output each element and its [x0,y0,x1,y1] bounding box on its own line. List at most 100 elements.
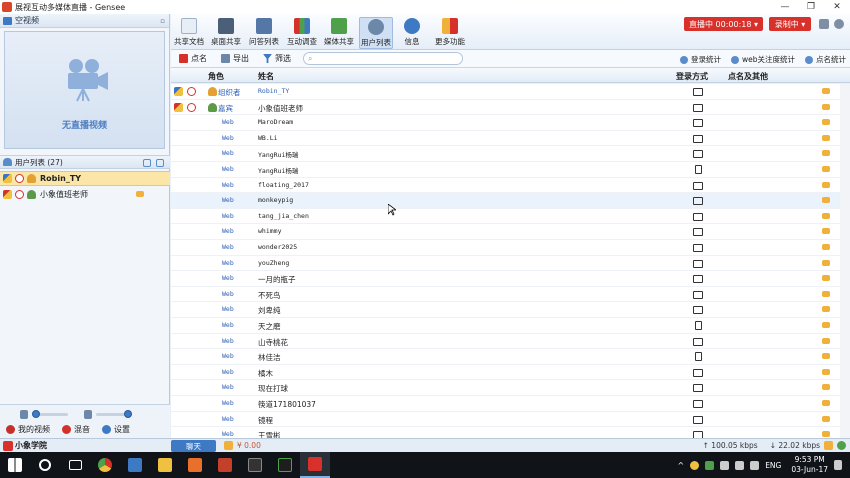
desktop-share-button[interactable]: 桌面共享 [209,17,243,49]
table-row[interactable]: Web 现在打球 [171,380,850,396]
language-indicator[interactable]: ENG [765,461,781,470]
chat-icon[interactable] [822,384,830,391]
speaker-icon[interactable] [84,410,92,419]
mic-volume-slider[interactable] [32,410,68,418]
search-input[interactable]: ⌕ [303,52,463,65]
wifi-icon[interactable] [735,460,745,470]
tray-app-icon[interactable] [690,460,700,470]
settings-button[interactable]: 设置 [102,424,130,435]
user-list-button[interactable]: 用户列表 [359,17,393,49]
qa-list-button[interactable]: 问答列表 [247,17,281,49]
battery-icon[interactable] [720,460,730,470]
table-row[interactable]: Web monkeypig [171,193,850,209]
speaker-volume-slider[interactable] [96,410,132,418]
export-button[interactable]: 导出 [221,53,249,64]
pen-icon[interactable] [174,87,183,96]
chat-icon[interactable] [822,166,830,172]
chat-icon[interactable] [822,400,830,406]
recording-button[interactable]: 录制中 ▾ [769,17,811,31]
microphone-icon[interactable] [20,410,28,419]
chat-icon[interactable] [822,119,830,126]
gift-balance[interactable]: ¥ 0.00 [224,441,261,450]
login-column-header[interactable]: 登录方式 [676,71,708,82]
explorer-taskbar-button[interactable] [150,452,180,478]
table-row[interactable]: Web 镜程 [171,412,850,428]
mute-icon[interactable] [15,174,24,183]
user-list-item[interactable]: 小象值班老师 [0,187,170,202]
table-row[interactable]: Web MaroDream [171,115,850,131]
table-row[interactable]: Web WB.Li [171,131,850,147]
app2-taskbar-button[interactable] [180,452,210,478]
notifications-icon[interactable] [834,460,842,470]
gear-icon[interactable] [834,19,844,29]
chat-icon[interactable] [136,191,144,197]
chat-icon[interactable] [822,290,830,297]
chat-icon[interactable] [822,337,830,344]
chat-icon[interactable] [822,322,830,328]
media-share-button[interactable]: 媒体共享 [322,17,356,49]
chrome-taskbar-button[interactable] [90,452,120,478]
speaker-volume-knob[interactable] [124,410,132,418]
tray-expand-icon[interactable]: ^ [677,461,684,470]
table-row[interactable]: Web floating_2017 [171,178,850,194]
live-status-button[interactable]: 直播中 00:00:18 ▾ [684,17,763,31]
pen-icon[interactable] [174,102,183,112]
chat-icon[interactable] [822,88,830,94]
pycharm-taskbar-button[interactable] [270,452,300,478]
rollcall-column-header[interactable]: 点名及其他 [728,71,768,82]
table-row[interactable]: 组织者 Robin_TY [171,84,850,100]
table-row[interactable]: Web 林佳洁 [171,349,850,365]
chat-icon[interactable] [822,353,830,360]
user-list-item[interactable]: Robin_TY [0,171,170,186]
name-column-header[interactable]: 姓名 [258,71,274,82]
chat-tab[interactable]: 聊天 [171,440,216,452]
chat-icon[interactable] [822,415,830,422]
chat-icon[interactable] [822,275,830,282]
login-stats-link[interactable]: 登录统计 [679,54,721,65]
table-row[interactable]: Web 不死鸟 [171,287,850,303]
mix-button[interactable]: 混音 [62,424,90,435]
chat-icon[interactable] [822,368,830,375]
table-row[interactable]: Web tang_jia_chen [171,209,850,225]
my-video-button[interactable]: 我的视频 [6,424,50,435]
mute-icon[interactable] [187,87,196,96]
filter-button[interactable]: 筛选 [263,53,291,64]
mic-volume-knob[interactable] [32,410,40,418]
start-button[interactable] [0,452,30,478]
table-row[interactable]: Web 天之磨 [171,318,850,334]
more-features-button[interactable]: 更多功能 [433,17,467,49]
mute-icon[interactable] [15,190,24,199]
close-button[interactable]: ✕ [824,0,850,14]
table-scrollbar[interactable] [840,84,850,439]
chat-icon[interactable] [822,181,830,188]
table-row[interactable]: Web 橘木 [171,365,850,381]
rollcall-stats-link[interactable]: 点名统计 [805,54,846,65]
rollcall-button[interactable]: 点名 [179,53,207,64]
chat-icon[interactable] [822,244,830,250]
chat-icon[interactable] [822,259,830,266]
network-icon[interactable] [824,441,833,450]
pen-icon[interactable] [3,190,12,199]
search-taskbar-button[interactable] [30,452,60,478]
chat-icon[interactable] [822,228,830,235]
table-row[interactable]: Web 山寺桃花 [171,334,850,350]
chat-icon[interactable] [822,197,830,204]
app-taskbar-button[interactable] [120,452,150,478]
pen-icon[interactable] [3,174,12,183]
chat-icon[interactable] [822,306,830,313]
clock[interactable]: 9:53 PM 03-Jun-17 [791,455,828,475]
pin-icon[interactable]: ▫ [160,17,165,25]
chat-icon[interactable] [822,134,830,141]
role-column-header[interactable]: 角色 [208,71,224,82]
chat-icon[interactable] [822,431,830,438]
table-row[interactable]: Web wonder2025 [171,240,850,256]
filter-users-icon[interactable] [156,159,164,167]
tray-app2-icon[interactable] [705,460,715,470]
task-view-button[interactable] [60,452,90,478]
table-row[interactable]: Web YangRui杨瑞 [171,146,850,162]
sort-icon[interactable] [143,159,151,167]
table-row[interactable]: Web 刘卑纯 [171,302,850,318]
table-row[interactable]: Web 筷道171801037 [171,396,850,412]
share-document-button[interactable]: 共享文档 [173,17,205,49]
maximize-button[interactable]: ❐ [798,0,824,14]
